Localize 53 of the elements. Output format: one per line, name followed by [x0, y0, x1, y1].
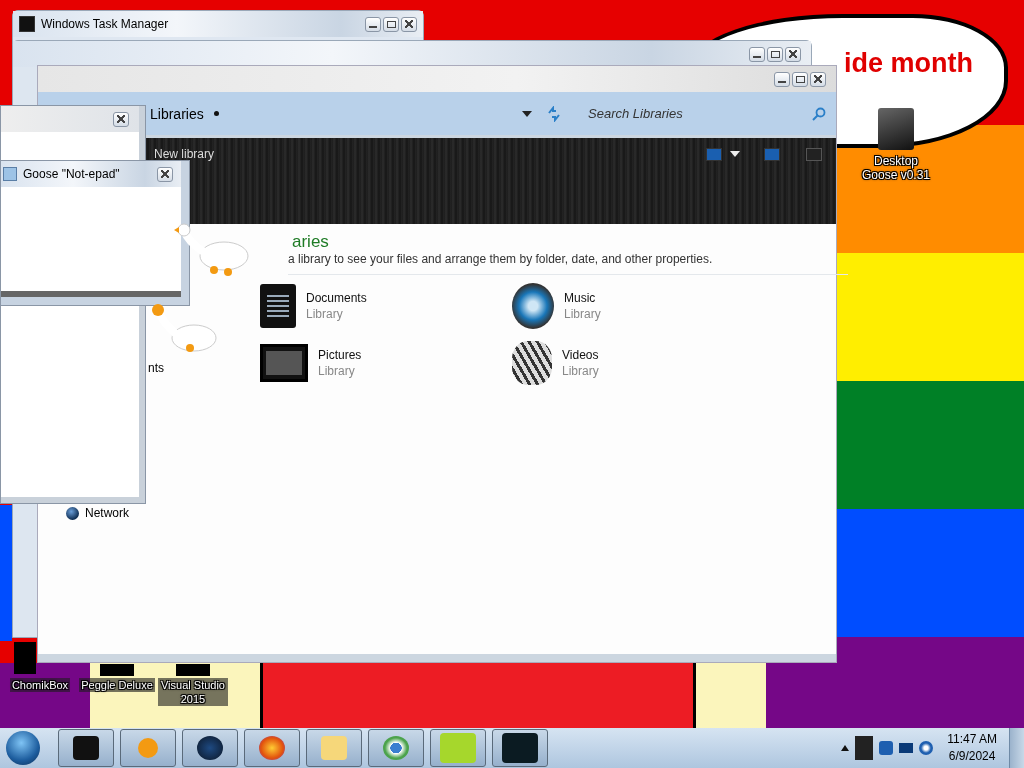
dropdown-icon[interactable]	[730, 151, 740, 157]
breadcrumb[interactable]: Libraries	[150, 105, 204, 122]
search-field[interactable]: Search Libraries	[586, 105, 812, 122]
page-heading: aries	[292, 232, 330, 252]
refresh-icon[interactable]	[546, 105, 562, 122]
close-button[interactable]	[785, 46, 801, 62]
wallpaper-caption: ide month	[844, 48, 973, 79]
maximize-button[interactable]	[767, 46, 783, 62]
new-library-button[interactable]: New library	[154, 147, 214, 161]
taskbar-button[interactable]	[58, 729, 114, 767]
library-type: Library	[564, 306, 601, 322]
library-type: Library	[562, 363, 599, 379]
close-button[interactable]	[113, 111, 129, 127]
library-type: Library	[306, 306, 344, 322]
maximize-button[interactable]	[792, 71, 808, 87]
document-icon[interactable]	[260, 284, 296, 328]
minimize-button[interactable]	[365, 16, 381, 32]
dropdown-icon[interactable]	[522, 110, 532, 117]
icon-label[interactable]: ChomikBox	[9, 678, 71, 692]
pane-icon[interactable]	[764, 147, 780, 161]
monitor-icon	[19, 16, 35, 32]
maximize-button[interactable]	[383, 16, 399, 32]
library-name[interactable]: Music	[564, 290, 601, 306]
monitor-icon[interactable]	[899, 743, 914, 753]
picture-frame-icon[interactable]	[260, 344, 308, 382]
window-title: Windows Task Manager	[41, 17, 169, 31]
icon-label[interactable]: Visual Studio 2015	[158, 678, 228, 706]
clock-time: 11:47 AM	[947, 731, 997, 748]
view-icon[interactable]	[706, 147, 722, 161]
notepad-icon	[3, 167, 17, 181]
caret-icon[interactable]	[841, 745, 850, 751]
page-description: a library to see your files and arrange them by folder, date, and other properties.	[288, 252, 848, 275]
taskbar-button[interactable]	[492, 729, 548, 767]
nav-item[interactable]: Network	[85, 506, 129, 520]
text-area[interactable]	[1, 187, 181, 297]
minimize-button[interactable]	[749, 46, 765, 62]
film-reel-icon[interactable]	[512, 341, 552, 385]
close-button[interactable]	[401, 16, 417, 32]
minimize-button[interactable]	[774, 71, 790, 87]
library-name[interactable]: Videos	[562, 347, 599, 363]
globe-icon	[66, 506, 79, 520]
close-button[interactable]	[810, 71, 826, 87]
library-type: Library	[318, 363, 356, 379]
search-icon[interactable]	[812, 106, 826, 121]
clock-date: 6/9/2024	[948, 748, 996, 765]
taskbar-button[interactable]	[182, 729, 238, 767]
nav-item[interactable]: nts	[148, 361, 164, 375]
library-name[interactable]: Pictures	[318, 347, 362, 363]
clock[interactable]: 11:47 AM 6/9/2024	[947, 731, 997, 765]
library-name[interactable]: Documents	[306, 290, 367, 306]
close-button[interactable]	[157, 166, 173, 182]
window-title: Goose "Not-epad"	[23, 167, 120, 181]
start-button[interactable]	[6, 731, 40, 765]
